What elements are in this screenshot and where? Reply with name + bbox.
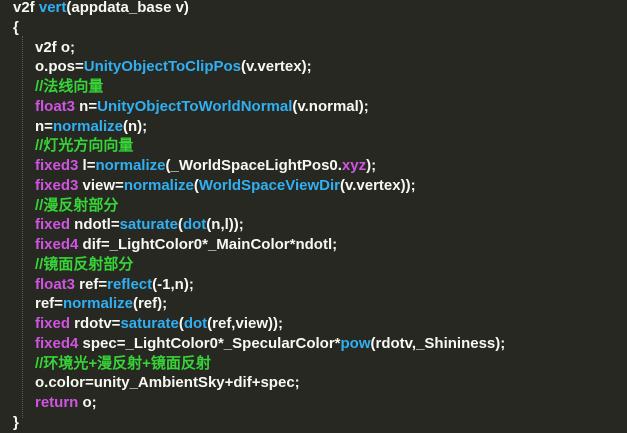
code-line[interactable]: //灯光方向向量 (35, 136, 133, 156)
code-token-func: normalize (62, 295, 133, 313)
code-token-plain: (_WorldSpaceLightPos0. (165, 157, 342, 174)
code-line[interactable]: fixed3 l=normalize(_WorldSpaceLightPos0.… (35, 156, 376, 176)
code-token-plain: o.color=unity_AmbientSky+dif+spec; (35, 374, 300, 392)
code-line[interactable]: v2f vert(appdata_base v) (13, 0, 189, 18)
code-line[interactable]: v2f o; (35, 38, 75, 58)
code-line[interactable]: float3 n=UnityObjectToWorldNormal(v.norm… (35, 97, 369, 117)
code-line[interactable]: { (13, 18, 19, 38)
code-token-plain: (n); (122, 117, 148, 135)
code-token-plain: l= (78, 157, 96, 174)
code-line[interactable]: //法线向量 (35, 77, 103, 97)
code-line[interactable]: //环境光+漫反射+镜面反射 (35, 354, 211, 374)
code-line[interactable]: fixed4 spec=_LightColor0*_SpecularColor*… (35, 334, 505, 354)
code-token-plain: n= (35, 117, 53, 135)
code-editor[interactable]: v2f vert(appdata_base v){v2f o; o.pos=Uni… (0, 0, 627, 431)
code-token-plain: (-1,n); (152, 275, 194, 293)
code-token-plain: dif=_LightColor0*_MainColor*ndotl; (78, 236, 338, 253)
code-token-func: normalize (95, 157, 166, 174)
code-token-func: pow (340, 334, 371, 352)
code-token-plain: (rdotv,_Shininess); (370, 334, 506, 352)
code-line[interactable]: fixed ndotl=saturate(dot(n,l)); (35, 215, 244, 235)
code-token-plain: rdotv= (70, 315, 121, 332)
code-token-plain: view= (78, 176, 124, 194)
code-token-comment: //环境光+漫反射+镜面反射 (35, 354, 211, 372)
code-token-plain: { (13, 18, 19, 36)
code-token-type: fixed (35, 315, 71, 332)
code-token-plain: o; (78, 394, 97, 411)
code-token-type: fixed4 (35, 236, 79, 253)
code-line[interactable]: o.pos=UnityObjectToClipPos(v.vertex); (35, 57, 312, 77)
code-line[interactable]: return o; (35, 393, 97, 413)
code-token-func: UnityObjectToClipPos (83, 58, 241, 76)
code-token-func: UnityObjectToWorldNormal (97, 97, 293, 115)
code-token-comment: //漫反射部分 (35, 196, 119, 214)
code-line[interactable]: o.color=unity_AmbientSky+dif+spec; (35, 373, 300, 393)
code-token-func: dot (183, 315, 208, 332)
code-token-plain: o.pos= (35, 58, 84, 76)
code-token-plain: n= (75, 97, 98, 115)
code-token-type: return (35, 394, 79, 411)
code-token-plain: } (13, 413, 19, 431)
code-token-plain: ref= (75, 275, 108, 293)
code-token-type: float3 (35, 275, 76, 293)
code-token-func: saturate (120, 315, 179, 332)
code-line[interactable]: //漫反射部分 (35, 196, 118, 216)
code-token-plain: (v.vertex)); (340, 176, 416, 194)
code-token-comment: //法线向量 (35, 78, 104, 95)
indent-guide (22, 36, 23, 418)
code-token-comment: //镜面反射部分 (35, 255, 134, 273)
code-token-type: fixed4 (35, 334, 79, 352)
code-token-type: fixed (35, 216, 71, 234)
code-token-plain: (appdata_base v) (66, 0, 189, 16)
code-token-type: xyz (341, 157, 367, 174)
code-line[interactable]: fixed3 view=normalize(WorldSpaceViewDir(… (35, 176, 416, 196)
code-token-plain: (v.normal); (292, 97, 369, 115)
code-token-func: reflect (107, 275, 153, 293)
code-token-plain: ndotl= (70, 216, 120, 234)
code-line[interactable]: float3 ref=reflect(-1,n); (35, 275, 194, 295)
code-token-plain: (n,l)); (206, 216, 244, 234)
code-token-plain: (ref,view)); (207, 315, 283, 332)
code-token-func: normalize (123, 176, 194, 194)
code-token-func: normalize (52, 117, 123, 135)
code-token-plain: spec=_LightColor0*_SpecularColor* (78, 334, 341, 352)
code-token-func: vert (38, 0, 67, 16)
code-line[interactable]: fixed4 dif=_LightColor0*_MainColor*ndotl… (35, 235, 337, 255)
code-token-type: float3 (35, 97, 76, 115)
code-token-type: fixed3 (35, 176, 79, 194)
code-token-func: saturate (119, 216, 178, 234)
code-line[interactable]: n=normalize(n); (35, 117, 147, 137)
code-token-type: fixed3 (35, 157, 79, 174)
code-line[interactable]: fixed rdotv=saturate(dot(ref,view)); (35, 314, 283, 334)
code-line[interactable]: } (13, 413, 19, 433)
code-token-plain: ref= (35, 295, 63, 313)
code-token-func: dot (182, 216, 207, 234)
code-token-func: WorldSpaceViewDir (198, 176, 341, 194)
code-token-plain: (ref); (132, 295, 168, 313)
code-token-plain: v2f o; (35, 38, 76, 56)
code-token-plain: v2f (13, 0, 39, 16)
code-token-plain: ); (366, 157, 377, 174)
code-token-comment: //灯光方向向量 (35, 137, 134, 155)
code-token-plain: (v.vertex); (241, 58, 312, 76)
code-line[interactable]: //镜面反射部分 (35, 255, 133, 275)
code-line[interactable]: ref=normalize(ref); (35, 294, 167, 314)
